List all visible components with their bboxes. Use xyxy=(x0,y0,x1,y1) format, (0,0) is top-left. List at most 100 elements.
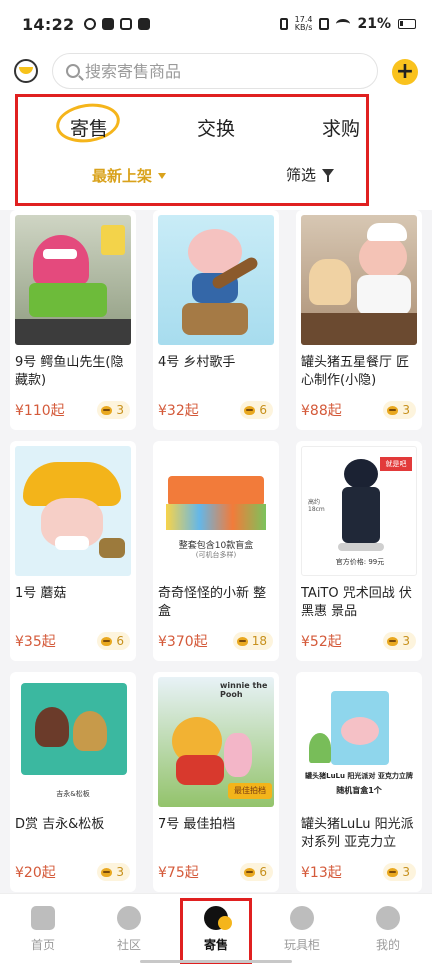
product-title: 4号 乡村歌手 xyxy=(158,355,236,370)
listing-count-badge: 6 xyxy=(240,863,273,881)
mail-icon xyxy=(102,18,115,30)
listing-count: 3 xyxy=(402,403,410,417)
product-price: ¥13起 xyxy=(301,865,342,881)
vibrate-icon xyxy=(279,18,288,30)
listing-count-badge: 3 xyxy=(97,863,130,881)
lulu-caption-sub: 随机盲盒1个 xyxy=(336,786,382,795)
product-price: ¥32起 xyxy=(158,403,199,419)
listing-count-badge: 6 xyxy=(240,401,273,419)
coin-icon xyxy=(101,867,113,877)
coin-icon xyxy=(244,405,256,415)
filter-button[interactable]: 筛选 xyxy=(286,164,336,185)
coin-icon xyxy=(387,636,399,646)
product-price: ¥20起 xyxy=(15,865,56,881)
filter-funnel-icon xyxy=(322,168,336,182)
tab-consign[interactable]: 寄售 xyxy=(70,114,108,141)
nav-label: 我的 xyxy=(375,938,400,952)
product-price: ¥370起 xyxy=(158,634,208,650)
listing-count: 6 xyxy=(116,634,124,648)
product-title: 1号 蘑菇 xyxy=(15,586,67,601)
product-image: winnie the Pooh 最佳拍档 xyxy=(158,677,274,807)
product-title: D赏 吉永&松板 xyxy=(15,817,105,832)
tab-wanted[interactable]: 求购 xyxy=(322,114,360,141)
figure-height-note: 高约18cm xyxy=(308,499,325,513)
lulu-caption: 罐头猪LuLu 阳光派对 亚克力立牌 xyxy=(305,772,413,780)
search-bar[interactable] xyxy=(52,53,378,89)
product-price: ¥75起 xyxy=(158,865,199,881)
add-button[interactable]: + xyxy=(392,59,418,85)
bottom-nav: 首页 社区 寄售 玩具柜 我的 xyxy=(0,893,432,964)
coin-icon xyxy=(387,867,399,877)
toy-cabinet-icon xyxy=(290,906,314,930)
battery-percent: 21% xyxy=(357,16,391,32)
figure-base-shape xyxy=(338,543,384,551)
nav-label: 玩具柜 xyxy=(283,938,320,952)
sync-icon xyxy=(84,18,97,30)
nav-item-community[interactable]: 社区 xyxy=(99,906,159,953)
product-card[interactable]: 4号 乡村歌手 ¥32起 6 xyxy=(153,210,279,430)
product-card[interactable]: 9号 鳄鱼山先生(隐藏款) ¥110起 3 xyxy=(10,210,136,430)
listing-count-badge: 3 xyxy=(383,863,416,881)
crocodile-figure-icon xyxy=(33,235,89,285)
product-image xyxy=(15,215,131,345)
status-bar: 14:22 17.4 KB/s 21% xyxy=(0,0,432,48)
nav-label: 首页 xyxy=(30,938,55,952)
pooh-logo: winnie the Pooh xyxy=(220,681,268,699)
tab-exchange[interactable]: 交换 xyxy=(197,114,235,141)
product-card[interactable]: 罐头猪五星餐厅 匠心制作(小隐) ¥88起 3 xyxy=(296,210,422,430)
chef-body-shape xyxy=(357,275,411,315)
nav-item-consign[interactable]: 寄售 xyxy=(186,906,246,953)
listing-count-badge: 18 xyxy=(232,632,273,650)
listing-count: 3 xyxy=(116,865,124,879)
product-image: 罐头猪LuLu 阳光派对 亚克力立牌 随机盲盒1个 xyxy=(301,677,417,807)
character-right-icon xyxy=(73,711,107,751)
product-card[interactable]: 罐头猪LuLu 阳光派对 亚克力立牌 随机盲盒1个 罐头猪LuLu 阳光派对系列… xyxy=(296,672,422,892)
listing-count-badge: 3 xyxy=(383,401,416,419)
notification-icons xyxy=(84,18,151,30)
header: + xyxy=(0,48,432,94)
home-indicator xyxy=(140,960,292,963)
listing-count: 3 xyxy=(402,865,410,879)
nav-label: 寄售 xyxy=(203,938,228,952)
box-row-shape xyxy=(166,504,266,530)
product-title: 罐头猪LuLu 阳光派对系列 亚克力立牌... xyxy=(301,817,414,850)
product-card[interactable]: winnie the Pooh 最佳拍档 7号 最佳拍档 ¥75起 6 xyxy=(153,672,279,892)
table-shape xyxy=(301,313,417,345)
product-card[interactable]: 整套包含10款盲盒 (可机台多样) 奇奇怪怪的小新 整盒 ¥370起 18 xyxy=(153,441,279,661)
product-price: ¥35起 xyxy=(15,634,56,650)
product-card[interactable]: 1号 蘑菇 ¥35起 6 xyxy=(10,441,136,661)
basket-icon xyxy=(99,538,125,558)
sim-off-icon xyxy=(319,18,330,30)
product-image: 就是吧 高约18cm 官方价格: 99元 xyxy=(301,446,417,576)
search-input[interactable] xyxy=(85,61,335,81)
product-title: TAiTO 咒术回战 伏黑惠 景品 xyxy=(301,586,412,619)
listing-count: 6 xyxy=(259,403,267,417)
filter-label: 筛选 xyxy=(286,166,317,184)
product-image: 吉永&松板 xyxy=(15,677,131,807)
coin-icon xyxy=(236,636,248,646)
piglet-icon xyxy=(224,733,252,777)
search-icon xyxy=(66,64,80,78)
sort-dropdown[interactable]: 最新上架 xyxy=(92,165,167,186)
product-image: 整套包含10款盲盒 (可机台多样) xyxy=(158,446,274,576)
profile-icon xyxy=(376,906,400,930)
net-speed-unit: KB/s xyxy=(294,23,313,32)
nav-item-home[interactable]: 首页 xyxy=(13,906,73,953)
teeth-shape xyxy=(43,249,77,259)
status-time: 14:22 xyxy=(22,14,75,34)
nav-item-profile[interactable]: 我的 xyxy=(358,906,418,953)
listing-count-badge: 3 xyxy=(383,632,416,650)
app-logo-icon[interactable] xyxy=(14,59,38,83)
box-icon xyxy=(101,225,125,255)
chef-pig-head-icon xyxy=(359,235,407,279)
scarf-shape xyxy=(55,536,89,550)
figure-price-note: 官方价格: 99元 xyxy=(335,558,385,566)
category-tabs: 寄售 交换 求购 最新上架 筛选 xyxy=(0,94,432,210)
character-left-icon xyxy=(35,707,69,747)
product-card[interactable]: 就是吧 高约18cm 官方价格: 99元 TAiTO 咒术回战 伏黑惠 景品 ¥… xyxy=(296,441,422,661)
figure-tag: 就是吧 xyxy=(380,457,412,471)
nav-item-toy-cabinet[interactable]: 玩具柜 xyxy=(272,906,332,953)
figure-hair-icon xyxy=(344,459,378,489)
product-card[interactable]: 吉永&松板 D赏 吉永&松板 ¥20起 3 xyxy=(10,672,136,892)
product-price: ¥88起 xyxy=(301,403,342,419)
